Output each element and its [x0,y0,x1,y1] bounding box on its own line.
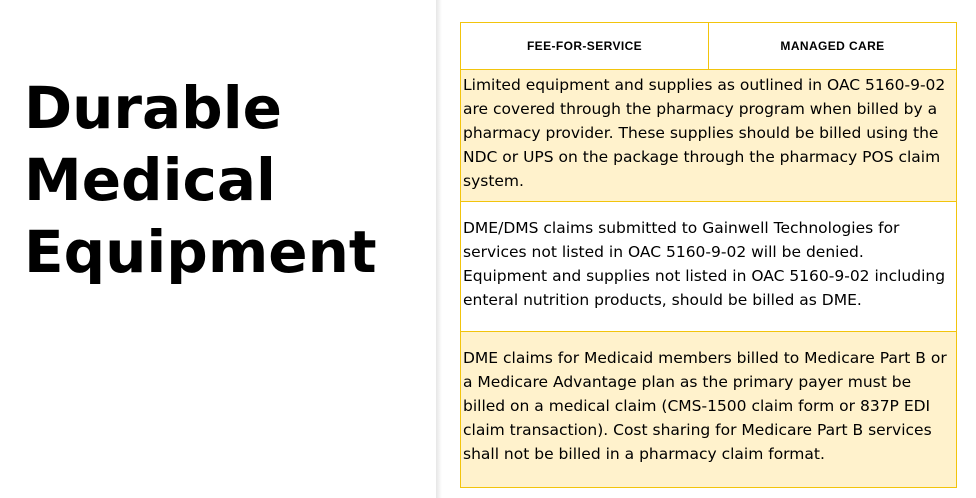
slide-title: Durable Medical Equipment [24,74,377,286]
table-row: Limited equipment and supplies as outlin… [460,70,957,202]
header-fee-for-service: FEE-FOR-SERVICE [526,39,643,53]
header-managed-care: MANAGED CARE [708,23,956,69]
slide: Durable Medical Equipment FEE-FOR-SERVIC… [0,0,976,498]
title-panel: Durable Medical Equipment [0,0,436,498]
table-row: DME claims for Medicaid members billed t… [460,332,957,488]
table-row: DME/DMS claims submitted to Gainwell Tec… [460,202,957,332]
coverage-table: FEE-FOR-SERVICE MANAGED CARE Limited equ… [460,22,957,488]
table-header-row: FEE-FOR-SERVICE MANAGED CARE [460,22,957,70]
